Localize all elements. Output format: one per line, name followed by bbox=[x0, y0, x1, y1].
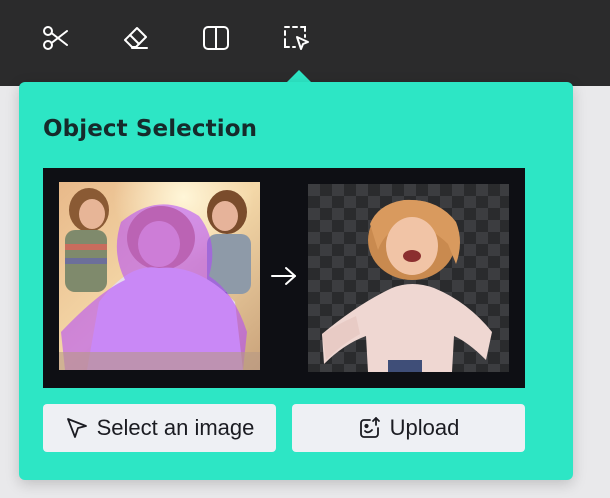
preview-after-image bbox=[308, 184, 509, 372]
object-select-icon bbox=[284, 26, 309, 50]
object-select-tool-button[interactable] bbox=[278, 20, 314, 56]
select-image-button[interactable]: Select an image bbox=[43, 404, 276, 452]
upload-label: Upload bbox=[389, 415, 460, 440]
eraser-icon bbox=[124, 27, 148, 49]
select-image-label: Select an image bbox=[96, 415, 255, 440]
eraser-tool-button[interactable] bbox=[118, 20, 154, 56]
object-selection-popover: Object Selection Select an image Upload bbox=[19, 82, 573, 480]
preview-panel bbox=[43, 168, 525, 388]
upload-button[interactable]: Upload bbox=[292, 404, 525, 452]
cursor-arrow-icon bbox=[66, 418, 87, 438]
split-view-icon bbox=[203, 26, 229, 50]
scissors-tool-button[interactable] bbox=[38, 20, 74, 56]
popover-title: Object Selection bbox=[43, 116, 258, 142]
popover-arrow bbox=[287, 70, 311, 82]
image-upload-icon bbox=[359, 417, 380, 438]
split-view-tool-button[interactable] bbox=[198, 20, 234, 56]
arrow-right-icon bbox=[271, 267, 296, 285]
scissors-icon bbox=[43, 26, 68, 50]
preview-before-image bbox=[59, 182, 260, 370]
